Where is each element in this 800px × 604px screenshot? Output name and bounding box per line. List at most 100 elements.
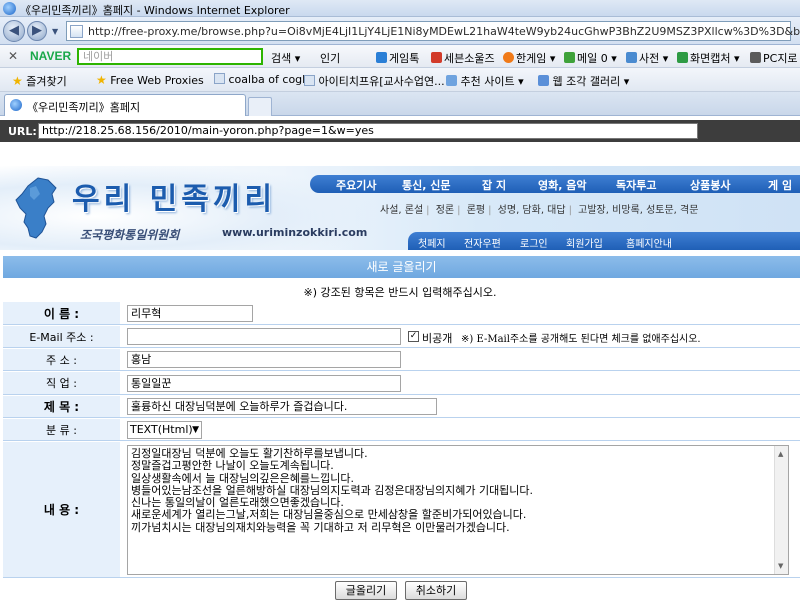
menu-register[interactable]: 회원가입 <box>566 235 603 250</box>
naver-sevensouls-button[interactable]: 세븐소울즈 <box>431 50 495 66</box>
bottom-menu: 첫페지 전자우편 로그인 회원가입 홈페지안내 <box>408 232 800 250</box>
job-field[interactable]: 통일일꾼 <box>127 375 401 392</box>
content-row: 내 용 : 김정일대장님 덕분에 오늘도 활기찬하루를보냅니다. 정말즐겁고평안… <box>3 442 800 578</box>
submenu-editorials[interactable]: 사설, 론설 <box>380 205 423 216</box>
submenu-statements[interactable]: 성명, 담화, 대답 <box>498 205 566 216</box>
page-icon <box>304 75 315 86</box>
new-tab-button[interactable] <box>248 97 272 116</box>
sub-menu: 사설, 론설 | 정론 | 론평 | 성명, 담화, 대답 | 고발장, 비망록, 성토… <box>380 205 699 216</box>
window-title: 《우리민족끼리》홈페지 - Windows Internet Explorer <box>20 4 290 17</box>
menu-email[interactable]: 전자우편 <box>464 235 501 250</box>
naver-mail-button[interactable]: 메일 0 ▾ <box>564 50 617 66</box>
menu-site-guide[interactable]: 홈페지안내 <box>626 235 672 250</box>
pc-icon <box>750 52 761 63</box>
navigation-bar: ◀ ▶ ▼ http://free-proxy.me/browse.php?u=… <box>0 17 800 45</box>
naver-dictionary-button[interactable]: 사전 ▾ <box>626 50 668 66</box>
name-field[interactable]: 리무혁 <box>127 305 253 322</box>
email-row: E-Mail 주소 : ✓ 비공개 ※) E-Mail주소를 공개해도 된다면 … <box>3 326 800 348</box>
naver-logo[interactable]: NAVER <box>30 49 71 63</box>
subject-row: 제 목 : 훌륭하신 대장님덕분에 오늘하루가 즐겁습니다. <box>3 396 800 418</box>
menu-home[interactable]: 첫페지 <box>418 235 446 250</box>
mail-icon <box>564 52 575 63</box>
fav-free-web-proxies[interactable]: ★ Free Web Proxies <box>96 73 204 87</box>
close-toolbar-icon[interactable]: ✕ <box>8 49 18 63</box>
scroll-up-icon[interactable]: ▲ <box>778 448 783 460</box>
favorites-button[interactable]: ★ 즐겨찾기 <box>12 73 67 89</box>
fav-web-slice-gallery[interactable]: 웹 조각 갤러리 ▾ <box>538 73 629 89</box>
capture-label: 화면캡처 ▾ <box>690 52 740 65</box>
type-label: 분 류 : <box>3 419 120 440</box>
content-line: 끼가넘치시는 대장님의재치와능력을 꼭 기대하고 저 리무혁은 이만물러가겠습니… <box>131 520 510 534</box>
naver-capture-button[interactable]: 화면캡처 ▾ <box>677 50 740 66</box>
pcgiro-label: PC지로 ▾ <box>763 52 800 65</box>
page-icon <box>70 25 83 38</box>
address-label: 주 소 : <box>3 349 120 370</box>
proxy-url-label: URL: <box>8 125 37 138</box>
tab-active[interactable]: 《우리민족끼리》홈페지 <box>4 94 246 116</box>
content-line: 새로운세계가 열리는그날,저희는 대장님을중심으로 만세삼창을 할준비가되어있습… <box>131 508 527 522</box>
fav-label: 웹 조각 갤러리 ▾ <box>552 75 630 88</box>
job-label: 직 업 : <box>3 372 120 394</box>
type-select[interactable]: TEXT(Html) ▼ <box>127 421 202 439</box>
naver-gametalk-button[interactable]: 게임톡 <box>376 50 419 66</box>
favorites-label: 즐겨찾기 <box>26 75 67 88</box>
submenu-reviews[interactable]: 론평 <box>467 205 485 216</box>
proxy-url-input[interactable]: http://218.25.68.156/2010/main-yoron.php… <box>38 123 698 139</box>
page-icon <box>214 73 225 84</box>
favorites-star-icon: ★ <box>12 74 23 88</box>
site-logo[interactable]: 우리 민족끼리 <box>72 174 276 218</box>
type-select-value: TEXT(Html) <box>130 423 193 436</box>
scroll-down-icon[interactable]: ▼ <box>778 560 783 572</box>
menu-games[interactable]: 게 임 <box>768 177 792 193</box>
address-bar[interactable]: http://free-proxy.me/browse.php?u=Oi8vMj… <box>66 21 800 41</box>
form-title: 새로 글올리기 <box>3 256 800 278</box>
fav-coalba[interactable]: coalba of cogle <box>214 73 312 86</box>
job-row: 직 업 : 통일일꾼 <box>3 372 800 395</box>
naver-search-button[interactable]: 검색 ▾ <box>271 50 300 66</box>
gametalk-icon <box>376 52 387 63</box>
email-note: ※) E-Mail주소를 공개해도 된다면 체크를 없애주십시오. <box>461 334 701 345</box>
content-textarea[interactable]: 김정일대장님 덕분에 오늘도 활기찬하루를보냅니다. 정말즐겁고평안한 나날이 … <box>127 445 789 575</box>
menu-main-articles[interactable]: 주요기사 <box>336 177 376 193</box>
fav-label: 아이티치프유[교사수업연... <box>318 75 445 88</box>
menu-news[interactable]: 통신, 신문 <box>402 177 451 193</box>
menu-magazine[interactable]: 잡 지 <box>482 177 506 193</box>
naver-toolbar: ✕ NAVER 네이버 검색 ▾ 인기 게임톡 세븐소울즈 한게임 ▾ 메일 0… <box>0 45 800 68</box>
back-button[interactable]: ◀ <box>3 20 25 42</box>
type-row: 분 류 : TEXT(Html) ▼ <box>3 419 800 441</box>
fav-iteachprou[interactable]: 아이티치프유[교사수업연... <box>304 73 445 89</box>
capture-icon <box>677 52 688 63</box>
fav-label: Free Web Proxies <box>110 74 204 87</box>
cancel-button[interactable]: 취소하기 <box>405 581 467 600</box>
tab-title: 《우리민족끼리》홈페지 <box>27 101 141 114</box>
submenu-accusations[interactable]: 고발장, 비망록, 성토문, 격문 <box>578 205 698 216</box>
naver-search-input[interactable]: 네이버 <box>77 48 263 65</box>
menu-login[interactable]: 로그인 <box>520 235 548 250</box>
site-header: 우리 민족끼리 조국평화통일위원회 www.uriminzokkiri.com … <box>0 166 800 250</box>
naver-hangame-button[interactable]: 한게임 ▾ <box>503 50 555 66</box>
recent-pages-dropdown-icon[interactable]: ▼ <box>52 27 58 36</box>
menu-reader-posts[interactable]: 독자투고 <box>616 177 656 193</box>
address-url[interactable]: http://free-proxy.me/browse.php?u=Oi8vMj… <box>88 25 800 38</box>
naver-pcgiro-button[interactable]: PC지로 ▾ <box>750 50 800 66</box>
content-scrollbar[interactable]: ▲ ▼ <box>774 446 788 574</box>
content-line: 정말즐겁고평안한 나날이 오늘도계속됩니다. <box>131 459 334 473</box>
dictionary-icon <box>626 52 637 63</box>
sevensouls-icon <box>431 52 442 63</box>
subject-field[interactable]: 훌륭하신 대장님덕분에 오늘하루가 즐겁습니다. <box>127 398 437 415</box>
content-label: 내 용 : <box>3 442 120 577</box>
email-field[interactable] <box>127 328 401 345</box>
site-slogan: 조국평화통일위원회 <box>80 228 180 242</box>
submenu-commentary[interactable]: 정론 <box>436 205 454 216</box>
fav-label: coalba of cogle <box>228 73 312 86</box>
email-private-checkbox[interactable]: ✓ <box>408 331 419 342</box>
menu-products[interactable]: 상품봉사 <box>690 177 730 193</box>
fav-suggested-sites[interactable]: 추천 사이트 ▾ <box>446 73 524 89</box>
naver-popular-button[interactable]: 인기 <box>320 50 340 66</box>
submit-button[interactable]: 글올리기 <box>335 581 397 600</box>
menu-video-music[interactable]: 영화, 음악 <box>538 177 587 193</box>
address-field[interactable]: 홍남 <box>127 351 401 368</box>
forward-button[interactable]: ▶ <box>27 21 47 41</box>
name-label: 이 름 : <box>3 302 120 324</box>
address-row: 주 소 : 홍남 <box>3 349 800 371</box>
